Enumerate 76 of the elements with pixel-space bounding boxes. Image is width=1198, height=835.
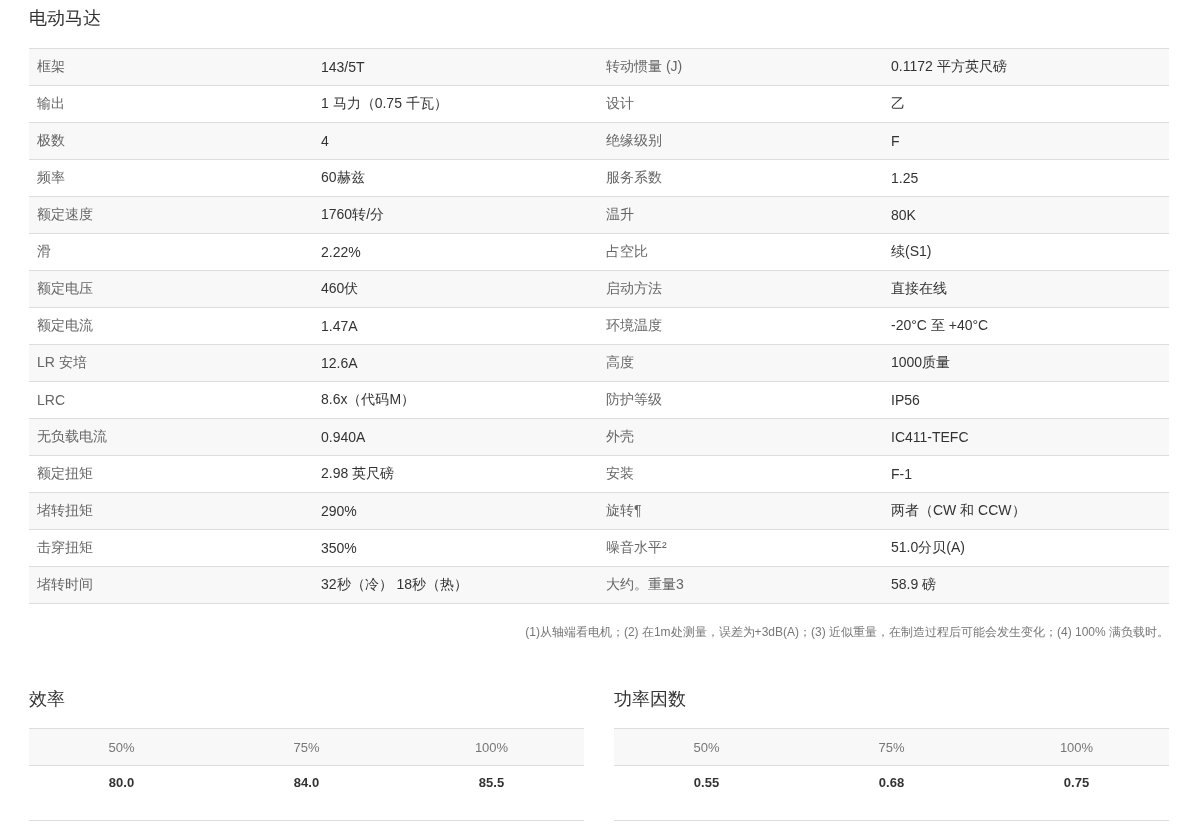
spec-value: 80K xyxy=(890,207,917,223)
spec-value: -20°C 至 +40°C xyxy=(890,317,990,335)
spec-label: 高度 xyxy=(605,354,635,372)
spec-value: 350% xyxy=(320,540,358,556)
spec-value: 2.22% xyxy=(320,244,362,260)
table-cell-text: 0.55 xyxy=(692,775,721,790)
spec-label: 转动惯量 (J) xyxy=(605,58,684,76)
spec-label: 噪音水平² xyxy=(605,539,668,557)
spec-value: F xyxy=(890,133,901,149)
spec-value: 0.1172 平方英尺磅 xyxy=(890,58,1008,76)
spec-value: 乙 xyxy=(890,95,906,113)
spec-value: 51.0分贝(A) xyxy=(890,539,966,557)
spec-label: 无负载电流 xyxy=(36,428,108,446)
spec-value: IC411-TEFC xyxy=(890,429,970,445)
column-header: 100% xyxy=(1058,739,1095,755)
column-header: 100% xyxy=(473,739,510,755)
spec-value: 12.6A xyxy=(320,355,359,371)
spec-value: 60赫兹 xyxy=(320,169,366,187)
spec-value: 32秒（冷） 18秒（热） xyxy=(320,576,470,594)
spec-value: 1000质量 xyxy=(890,354,952,372)
spec-value: 1760转/分 xyxy=(320,206,386,224)
spec-value: 1.47A xyxy=(320,318,359,334)
spec-value: IP56 xyxy=(890,392,921,408)
spec-value: 1.25 xyxy=(890,170,920,186)
table-cell-text: 85.5 xyxy=(477,775,506,790)
spec-value: 290% xyxy=(320,503,358,519)
spec-label: LR 安培 xyxy=(36,354,88,372)
spec-label: 服务系数 xyxy=(605,169,663,187)
spec-label: 额定扭矩 xyxy=(36,465,94,483)
spec-label: 额定电压 xyxy=(36,280,94,298)
spec-label: 输出 xyxy=(36,95,66,113)
table-cell-text: 84.0 xyxy=(292,775,321,790)
section-title: 电动马达 xyxy=(29,7,102,30)
spec-label: 滑 xyxy=(36,243,52,261)
spec-value: 直接在线 xyxy=(890,280,948,298)
spec-value: F-1 xyxy=(890,466,913,482)
column-header: 75% xyxy=(877,739,906,755)
spec-label: LRC xyxy=(36,392,66,408)
spec-value: 4 xyxy=(320,133,330,149)
spec-value: 续(S1) xyxy=(890,243,933,261)
table-cell-text: 0.68 xyxy=(877,775,906,790)
spec-value: 143/5T xyxy=(320,59,366,75)
spec-label: 额定电流 xyxy=(36,317,94,335)
spec-label: 防护等级 xyxy=(605,391,663,409)
spec-value: 两者（CW 和 CCW） xyxy=(890,502,1027,520)
spec-value: 460伏 xyxy=(320,280,360,298)
spec-value: 0.940A xyxy=(320,429,367,445)
spec-label: 占空比 xyxy=(605,243,649,261)
spec-label: 安装 xyxy=(605,465,635,483)
spec-label: 外壳 xyxy=(605,428,635,446)
spec-label: 设计 xyxy=(605,95,635,113)
spec-label: 温升 xyxy=(605,206,635,224)
table-cell-text: 0.75 xyxy=(1062,775,1091,790)
spec-label: 环境温度 xyxy=(605,317,663,335)
spec-value: 58.9 磅 xyxy=(890,576,938,594)
footnote: (1)从轴端看电机；(2) 在1m处测量，误差为+3dB(A)；(3) 近似重量，在制造过程后可能会发生变化；(4) 100% 满负载时。 xyxy=(524,624,1169,640)
spec-label: 启动方法 xyxy=(605,280,663,298)
spec-label: 旋转¶ xyxy=(605,502,643,520)
column-header: 75% xyxy=(292,739,321,755)
table-title: 效率 xyxy=(29,688,66,711)
spec-value: 2.98 英尺磅 xyxy=(320,465,396,483)
spec-label: 堵转时间 xyxy=(36,576,94,594)
spec-value: 1 马力（0.75 千瓦） xyxy=(320,95,449,113)
spec-value: 8.6x（代码M） xyxy=(320,391,417,409)
spec-label: 绝缘级别 xyxy=(605,132,663,150)
spec-label: 堵转扭矩 xyxy=(36,502,94,520)
table-cell-text: 80.0 xyxy=(107,775,136,790)
spec-label: 框架 xyxy=(36,58,66,76)
spec-label: 频率 xyxy=(36,169,66,187)
spec-label: 极数 xyxy=(36,132,66,150)
column-header: 50% xyxy=(107,739,136,755)
table-title: 功率因数 xyxy=(614,688,687,711)
spec-label: 大约。重量3 xyxy=(605,576,685,594)
spec-label: 击穿扭矩 xyxy=(36,539,94,557)
spec-label: 额定速度 xyxy=(36,206,94,224)
column-header: 50% xyxy=(692,739,721,755)
